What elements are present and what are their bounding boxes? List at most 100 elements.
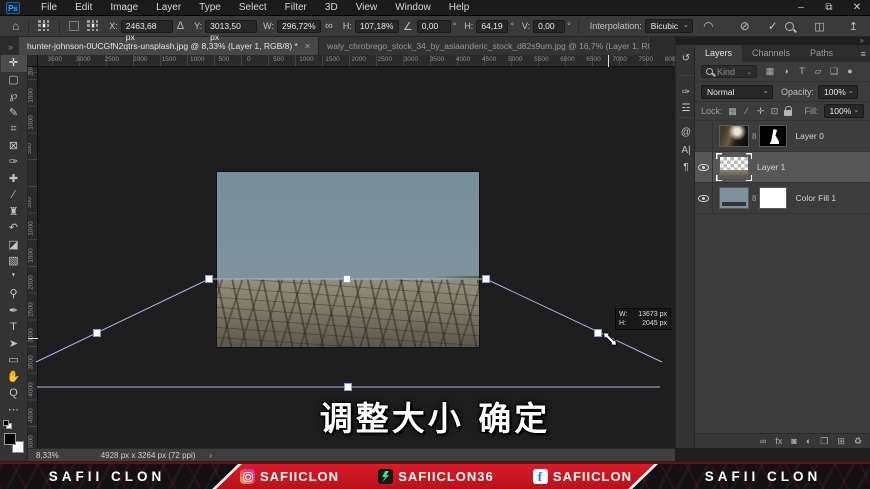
delete-layer-icon[interactable]: ♻ <box>854 435 862 448</box>
interpolation-select[interactable]: Bicubic <box>644 19 694 33</box>
filter-adjustment-layers-icon[interactable]: ◑ <box>780 66 792 77</box>
path-selection-tool[interactable]: ➤ <box>1 336 27 353</box>
status-popup-chevron-icon[interactable]: › <box>209 451 212 460</box>
fill-select[interactable]: 100% <box>823 104 864 118</box>
layer-thumbnail[interactable] <box>719 125 749 147</box>
brush-tool[interactable]: ∕ <box>1 187 27 204</box>
close-tab-icon[interactable]: × <box>305 41 310 51</box>
filter-pixel-layers-icon[interactable]: ▦ <box>764 66 776 77</box>
minimize-button[interactable]: – <box>792 0 810 15</box>
pen-tool[interactable]: ✒ <box>1 303 27 320</box>
menu-window[interactable]: Window <box>386 0 440 15</box>
rotation-field[interactable]: 0,00 <box>416 19 451 33</box>
home-icon[interactable]: ⌂ <box>8 19 23 33</box>
transform-handle[interactable] <box>482 275 490 283</box>
x-position-field[interactable]: 2463,68 px <box>120 19 173 42</box>
menu-edit[interactable]: Edit <box>66 0 101 15</box>
ruler-origin-corner[interactable] <box>28 55 38 67</box>
menu-3d[interactable]: 3D <box>316 0 347 15</box>
menu-view[interactable]: View <box>347 0 387 15</box>
layer-row[interactable]: Layer 1 <box>695 151 870 183</box>
lasso-tool[interactable]: ℘ <box>1 88 27 105</box>
tab-layers[interactable]: Layers <box>695 45 743 62</box>
visibility-toggle[interactable] <box>695 151 713 183</box>
link-layers-icon[interactable]: ∞ <box>760 435 766 448</box>
shape-tool[interactable]: ▭ <box>1 352 27 369</box>
lock-all-icon[interactable] <box>783 106 792 116</box>
transform-handle[interactable] <box>344 383 352 391</box>
gradient-tool[interactable]: ▧ <box>1 253 27 270</box>
character-styles-panel-icon[interactable]: @ <box>676 127 696 138</box>
maintain-aspect-ratio-icon[interactable]: ∞ <box>321 20 337 32</box>
layer-mask-thumbnail[interactable] <box>759 125 788 147</box>
eraser-tool[interactable]: ◪ <box>1 237 27 254</box>
restore-button[interactable]: ⧉ <box>820 0 838 15</box>
y-position-field[interactable]: 3013,50 px <box>205 19 258 42</box>
vertical-skew-field[interactable]: 0,00 <box>533 19 566 33</box>
filter-type-layers-icon[interactable]: T <box>796 66 808 77</box>
type-tool[interactable]: T <box>1 319 27 336</box>
menu-type[interactable]: Type <box>190 0 230 15</box>
layer-row[interactable]: 8 Color Fill 1 <box>695 182 870 214</box>
menu-layer[interactable]: Layer <box>147 0 190 15</box>
workspace-switcher-icon[interactable]: ◫ <box>810 20 828 33</box>
new-adjustment-layer-icon[interactable]: ◐ <box>806 435 811 448</box>
eyedropper-tool[interactable]: ✑ <box>1 154 27 171</box>
history-brush-tool[interactable]: ↶ <box>1 220 27 237</box>
menu-select[interactable]: Select <box>230 0 276 15</box>
brush-settings-panel-icon[interactable]: ✑ <box>676 87 696 98</box>
toggle-reference-point-checkbox[interactable] <box>69 21 80 31</box>
share-icon[interactable]: ↥ <box>845 20 862 33</box>
quick-selection-tool[interactable]: ✎ <box>1 105 27 122</box>
filter-toggle-icon[interactable]: ● <box>844 66 856 77</box>
menu-filter[interactable]: Filter <box>276 0 316 15</box>
layer-row[interactable]: 8 Layer 0 <box>695 120 870 152</box>
blur-tool[interactable]: ❜ <box>1 270 27 287</box>
document-tab-2[interactable]: waly_chrobrego_stock_34_by_asiaanderic_s… <box>319 37 652 55</box>
marquee-tool[interactable]: ▢ <box>1 72 27 89</box>
lock-position-icon[interactable]: ✛ <box>756 106 766 117</box>
character-panel-icon[interactable]: A| <box>676 145 696 156</box>
close-button[interactable]: ✕ <box>848 0 866 15</box>
relative-positioning-icon[interactable]: Δ <box>173 20 188 32</box>
filter-shape-layers-icon[interactable]: ▱ <box>812 66 824 77</box>
reference-point-locator[interactable] <box>87 20 99 32</box>
collapse-panels-chevron-icon[interactable]: » <box>860 36 864 45</box>
frame-tool[interactable]: ⊠ <box>1 138 27 155</box>
transform-handle[interactable] <box>93 329 101 337</box>
filter-smart-objects-icon[interactable]: ❏ <box>828 66 840 77</box>
horizontal-skew-field[interactable]: 64,19 <box>476 19 509 33</box>
cancel-transform-icon[interactable]: ⊘ <box>736 19 754 33</box>
dodge-tool[interactable]: ⚲ <box>1 286 27 303</box>
zoom-level-field[interactable]: 8,33% <box>36 451 59 460</box>
opacity-select[interactable]: 100% <box>818 84 859 99</box>
tab-overflow-chevron-icon[interactable]: » <box>0 42 19 55</box>
layer-effects-icon[interactable]: fx <box>775 435 782 448</box>
layer-thumbnail[interactable] <box>716 153 752 181</box>
paragraph-panel-icon[interactable]: ¶ <box>676 162 696 173</box>
lock-artboard-icon[interactable]: ⊡ <box>770 106 780 117</box>
canvas-area[interactable]: 3500 3000 2500 2000 1500 1000 500 0 500 1000 1500 2… <box>28 55 675 448</box>
clone-stamp-tool[interactable]: ♜ <box>1 204 27 221</box>
hand-tool[interactable]: ✋ <box>1 369 27 386</box>
healing-brush-tool[interactable]: ✚ <box>1 171 27 188</box>
edit-toolbar[interactable]: ⋯ <box>1 402 27 419</box>
menu-help[interactable]: Help <box>440 0 479 15</box>
transform-handle[interactable] <box>205 275 213 283</box>
add-layer-mask-icon[interactable]: ◙ <box>791 435 796 448</box>
menu-file[interactable]: File <box>32 0 66 15</box>
new-group-icon[interactable]: ❒ <box>820 435 828 448</box>
color-swatches[interactable] <box>3 433 24 453</box>
tab-channels[interactable]: Channels <box>742 45 800 62</box>
layer-mask-thumbnail[interactable] <box>759 187 788 209</box>
height-scale-field[interactable]: 107,18% <box>354 19 399 33</box>
zoom-tool[interactable]: Q <box>1 385 27 402</box>
visibility-toggle[interactable] <box>695 120 713 152</box>
move-tool[interactable]: ✛ <box>0 55 27 72</box>
transform-handle[interactable] <box>594 329 602 337</box>
crop-tool[interactable]: ⌗ <box>1 121 27 138</box>
menu-image[interactable]: Image <box>101 0 147 15</box>
tab-paths[interactable]: Paths <box>800 45 843 62</box>
width-scale-field[interactable]: 296,72% <box>276 19 321 33</box>
layer-thumbnail[interactable] <box>719 187 749 209</box>
